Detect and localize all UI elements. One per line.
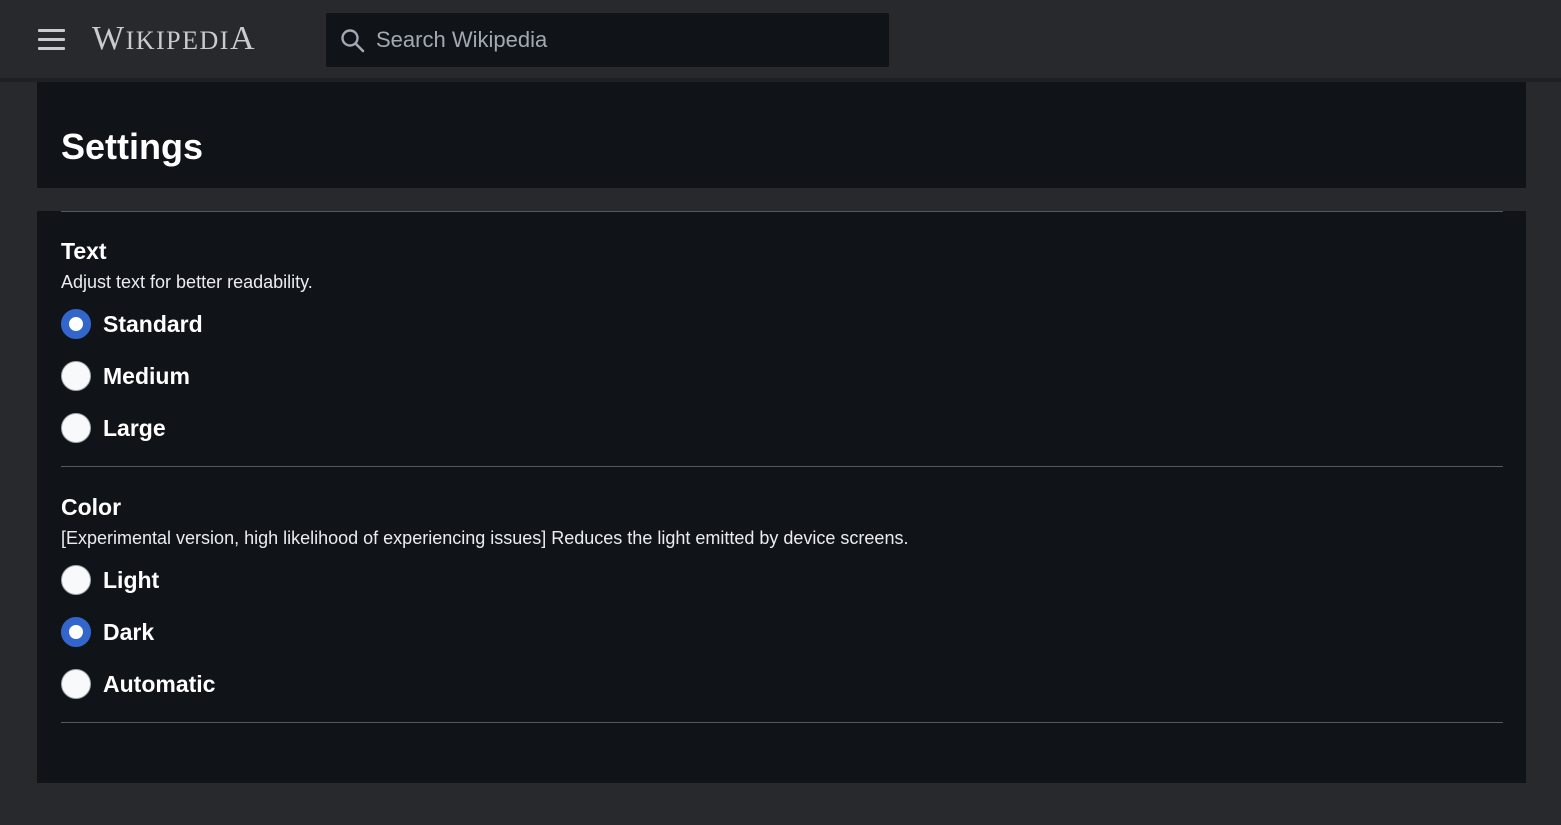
color-option-dark[interactable]: Dark [61,617,461,653]
option-label: Dark [103,619,155,645]
radio-button[interactable] [61,361,91,391]
radio-button-checked[interactable] [61,309,91,339]
radio-button[interactable] [61,413,91,443]
option-label: Light [103,567,160,593]
radio-button-checked[interactable] [61,617,91,647]
section-divider [61,722,1503,723]
option-label: Automatic [103,671,216,697]
option-label: Standard [103,311,203,337]
search-icon [341,29,365,53]
color-section: Color [Experimental version, high likeli… [61,494,1503,724]
color-option-automatic[interactable]: Automatic [61,669,461,705]
logo-middle: IKIPEDI [125,26,230,55]
logo-initial: W [92,20,126,57]
site-header: WIKIPEDIA [0,0,1561,78]
search-input[interactable] [376,13,876,67]
section-divider [61,466,1503,467]
text-size-option-standard[interactable]: Standard [61,309,461,345]
color-section-description: [Experimental version, high likelihood o… [61,528,909,548]
text-section-description: Adjust text for better readability. [61,272,313,292]
option-label: Large [103,415,166,441]
wikipedia-logo[interactable]: WIKIPEDIA [92,20,256,60]
text-section: Text Adjust text for better readability.… [61,238,1503,468]
radio-button[interactable] [61,669,91,699]
divider [61,211,1503,212]
option-label: Medium [103,363,190,389]
logo-final: A [229,20,257,57]
text-section-heading: Text [61,238,107,264]
title-panel: Settings [37,82,1526,188]
radio-button[interactable] [61,565,91,595]
text-size-option-large[interactable]: Large [61,413,461,449]
search-box[interactable] [326,13,889,67]
hamburger-menu-icon[interactable] [36,26,66,52]
page-title: Settings [61,126,204,167]
settings-panel: Text Adjust text for better readability.… [37,211,1526,783]
color-section-heading: Color [61,494,122,520]
color-option-light[interactable]: Light [61,565,461,601]
text-size-option-medium[interactable]: Medium [61,361,461,397]
